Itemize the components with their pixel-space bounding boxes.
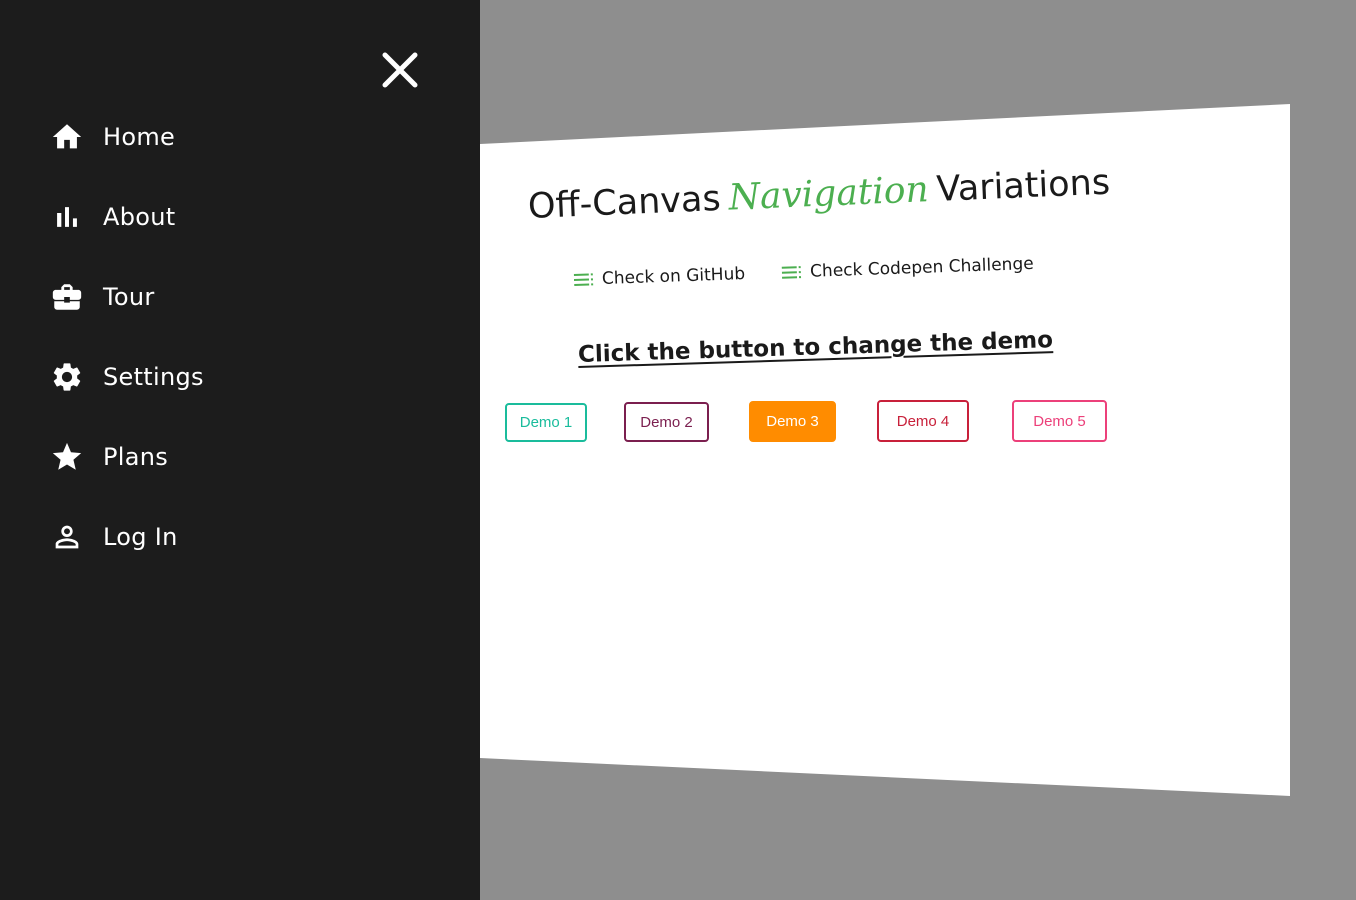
home-icon <box>50 120 84 154</box>
demo-2-button[interactable]: Demo 2 <box>624 402 709 442</box>
demo-4-button[interactable]: Demo 4 <box>877 400 969 442</box>
title-accent: Navigation <box>727 169 930 219</box>
list-icon <box>781 266 802 279</box>
bar-chart-icon <box>50 200 84 234</box>
nav-label: Settings <box>103 363 204 391</box>
list-icon <box>573 273 594 286</box>
page-content: Off-Canvas Navigation Variations Check on … <box>480 104 1290 796</box>
star-icon <box>50 440 84 474</box>
title-part-2: Variations <box>935 162 1111 210</box>
page-title: Off-Canvas Navigation Variations <box>527 162 1111 227</box>
demo-5-button[interactable]: Demo 5 <box>1012 400 1107 442</box>
nav-item-home[interactable]: Home <box>50 97 204 177</box>
main-page: Off-Canvas Navigation Variations Check on … <box>480 104 1290 796</box>
github-link-label: Check on GitHub <box>601 264 746 290</box>
title-part-1: Off-Canvas <box>527 178 722 227</box>
nav-item-plans[interactable]: Plans <box>50 417 204 497</box>
briefcase-icon <box>50 280 84 314</box>
link-row: Check on GitHub Check Codepen Challenge <box>573 253 1066 291</box>
nav-item-tour[interactable]: Tour <box>50 257 204 337</box>
nav-item-login[interactable]: Log In <box>50 497 204 577</box>
nav-label: Plans <box>103 443 169 471</box>
close-button[interactable] <box>380 50 420 90</box>
demo-instruction: Click the button to change the demo <box>577 327 1054 368</box>
nav-label: Home <box>103 123 176 151</box>
nav-item-about[interactable]: About <box>50 177 204 257</box>
nav-item-settings[interactable]: Settings <box>50 337 204 417</box>
nav-label: Log In <box>103 523 178 551</box>
off-canvas-sidebar: Home About Tour Settings Plans Log In <box>0 0 480 900</box>
codepen-link[interactable]: Check Codepen Challenge <box>781 253 1034 283</box>
nav-menu: Home About Tour Settings Plans Log In <box>50 97 204 577</box>
gear-icon <box>50 360 84 394</box>
demo-1-button[interactable]: Demo 1 <box>505 403 587 442</box>
user-icon <box>50 520 84 554</box>
github-link[interactable]: Check on GitHub <box>573 264 746 290</box>
nav-label: Tour <box>103 283 155 311</box>
demo-3-button[interactable]: Demo 3 <box>749 401 836 442</box>
viewport: Home About Tour Settings Plans Log In Of… <box>0 0 1356 900</box>
nav-label: About <box>103 203 176 231</box>
codepen-link-label: Check Codepen Challenge <box>809 253 1034 282</box>
close-icon <box>382 52 418 88</box>
